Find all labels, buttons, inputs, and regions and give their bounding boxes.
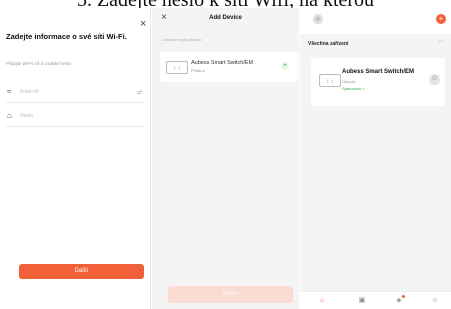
device-room: Obývák — [342, 79, 356, 84]
added-device-card[interactable]: [···] Aubess Smart Switch/EM Přidáno + — [160, 52, 298, 82]
add-device-panel: × Add Device 1 zařízení bylo přidáno [··… — [152, 8, 299, 309]
notification-dot — [402, 295, 405, 298]
wifi-password-field[interactable]: ⌂ Heslo — [6, 108, 144, 127]
switch-network-icon[interactable]: ⇄ — [137, 89, 142, 96]
avatar-icon[interactable]: ◎ — [313, 14, 323, 24]
device-card[interactable]: [···] Aubess Smart Switch/EM Obývák Spár… — [311, 58, 445, 106]
switch-device-icon: [···] — [319, 74, 341, 87]
wifi-network-field[interactable]: ≈ Krtek-síť ⇄ — [6, 84, 144, 103]
switch-device-icon: [···] — [166, 61, 188, 74]
device-status: Přidáno — [191, 68, 205, 73]
power-icon[interactable]: ⏻ — [429, 74, 440, 85]
top-bar: ◎ + — [300, 8, 451, 34]
tab-me-icon[interactable]: ☺ — [428, 296, 442, 306]
tab-smart-glyph: ◈ — [396, 297, 402, 304]
device-name: Aubess Smart Switch/EM — [191, 60, 254, 66]
wifi-setup-panel: × Zadejte informace o své síti Wi-Fi. Př… — [0, 8, 151, 309]
add-device-title: Add Device — [209, 15, 242, 21]
tab-smart-icon[interactable]: ◈ — [392, 295, 406, 306]
added-count-hint: 1 zařízení bylo přidáno — [161, 37, 202, 42]
wifi-network-value: Krtek-síť — [20, 89, 40, 95]
all-devices-heading: Všechna zařízení — [308, 41, 349, 47]
next-button[interactable]: Další — [19, 264, 144, 279]
wifi-icon: ≈ — [7, 87, 12, 96]
close-icon[interactable]: × — [140, 18, 146, 30]
tab-scene-icon[interactable]: ▣ — [355, 296, 369, 306]
device-name: Aubess Smart Switch/EM — [342, 69, 415, 75]
wifi-title: Zadejte informace o své síti Wi-Fi. — [6, 32, 127, 41]
more-icon[interactable]: ··· — [438, 38, 445, 45]
plus-icon[interactable]: + — [281, 62, 289, 70]
bottom-tab-bar: ⌂ ▣ ◈ ☺ — [300, 291, 451, 309]
add-device-icon[interactable]: + — [436, 14, 446, 24]
home-panel: ◎ + Všechna zařízení ··· [···] Aubess Sm… — [300, 8, 451, 309]
tab-home-icon[interactable]: ⌂ — [315, 296, 329, 306]
wifi-password-placeholder[interactable]: Heslo — [20, 113, 33, 119]
device-link[interactable]: Spárováno > — [342, 86, 365, 91]
done-button[interactable]: Hotovo — [168, 286, 293, 303]
lock-icon: ⌂ — [7, 111, 12, 120]
wifi-subtitle: Připojte Wi-Fi síť a zadejte heslo — [6, 61, 71, 66]
